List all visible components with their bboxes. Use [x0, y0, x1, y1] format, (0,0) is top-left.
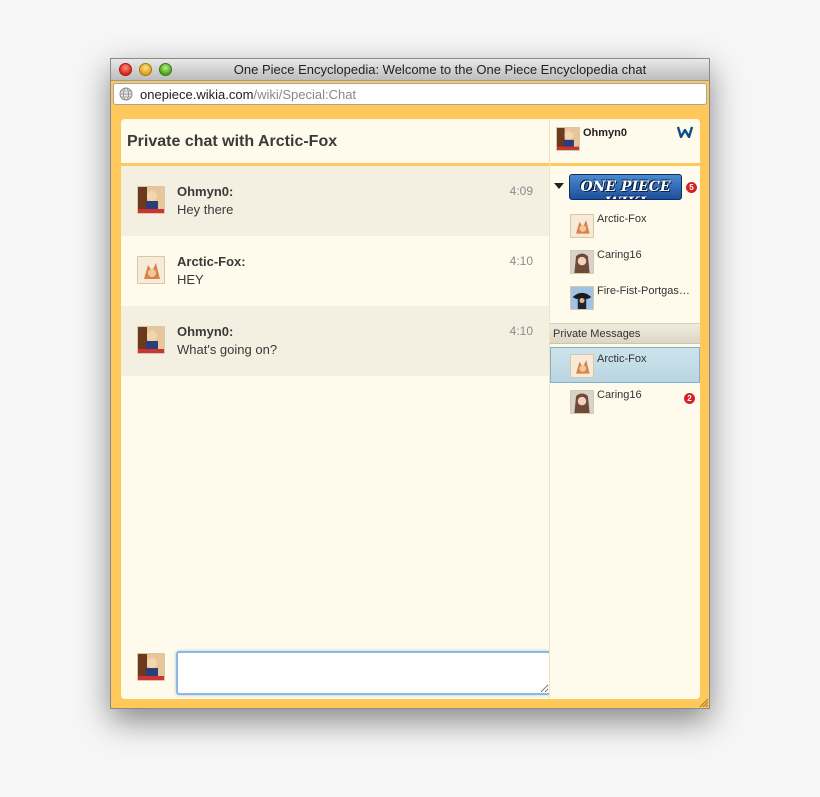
caret-down-icon[interactable]	[554, 183, 564, 189]
ohmyn0-avatar[interactable]	[137, 326, 165, 354]
private-chat-item-selected[interactable]: Arctic-Fox	[550, 347, 700, 383]
caring16-avatar	[570, 390, 594, 414]
user-name: Caring16	[597, 389, 642, 401]
user-list-item[interactable]: Fire-Fist-Portgas…	[550, 279, 700, 315]
message-author[interactable]: Ohmyn0:	[177, 324, 233, 339]
message-author[interactable]: Ohmyn0:	[177, 184, 233, 199]
url-text[interactable]: onepiece.wikia.com/wiki/Special:Chat	[140, 87, 356, 102]
message-timestamp: 4:10	[509, 254, 533, 268]
caring16-avatar	[570, 250, 594, 274]
close-window-button[interactable]	[119, 63, 132, 76]
message-timestamp: 4:10	[509, 324, 533, 338]
chat-message: Ohmyn0: Hey there 4:09	[121, 166, 549, 236]
arctic-fox-avatar	[570, 214, 594, 238]
one-piece-wiki-logo[interactable]: ONE PIECE WIKI	[569, 174, 682, 200]
fire-fist-portgas-avatar	[570, 286, 594, 310]
user-list-item[interactable]: Caring16	[550, 243, 700, 279]
message-author[interactable]: Arctic-Fox:	[177, 254, 246, 269]
window-title: One Piece Encyclopedia: Welcome to the O…	[233, 62, 647, 77]
room-header[interactable]: ONE PIECE WIKI 5	[550, 169, 700, 205]
user-name: Arctic-Fox	[597, 213, 647, 225]
arctic-fox-avatar	[570, 354, 594, 378]
chat-header: Private chat with Arctic-Fox	[121, 119, 549, 166]
page-title: Private chat with Arctic-Fox	[127, 133, 338, 150]
url-path: /wiki/Special:Chat	[253, 87, 357, 102]
message-timestamp: 4:09	[509, 184, 533, 198]
message-text: What's going on?	[177, 342, 278, 357]
user-name: Arctic-Fox	[597, 353, 647, 365]
minimize-window-button[interactable]	[139, 63, 152, 76]
user-name: Caring16	[597, 249, 642, 261]
globe-icon	[119, 87, 133, 101]
message-text: Hey there	[177, 202, 234, 217]
address-bar[interactable]: onepiece.wikia.com/wiki/Special:Chat	[113, 83, 707, 105]
title-bar[interactable]: One Piece Encyclopedia: Welcome to the O…	[111, 59, 709, 81]
current-user[interactable]: Ohmyn0	[550, 119, 700, 166]
message-input[interactable]	[176, 651, 551, 695]
url-host: onepiece.wikia.com	[140, 87, 254, 102]
message-list[interactable]: Ohmyn0: Hey there 4:09 Arctic-Fox: HEY 4…	[121, 166, 549, 644]
ohmyn0-avatar[interactable]	[137, 186, 165, 214]
zoom-window-button[interactable]	[159, 63, 172, 76]
wikia-icon[interactable]	[677, 126, 693, 138]
browser-window: One Piece Encyclopedia: Welcome to the O…	[110, 58, 710, 709]
compose-area	[121, 647, 551, 699]
private-messages-label: Private Messages	[553, 328, 641, 340]
room-count-badge: 5	[685, 181, 698, 194]
user-rail: Ohmyn0 ONE PIECE WIKI 5 Arctic-Fox	[549, 119, 700, 699]
current-user-name: Ohmyn0	[583, 127, 628, 139]
user-list-item[interactable]: Arctic-Fox	[550, 207, 700, 243]
ohmyn0-avatar	[137, 653, 165, 681]
unread-count-badge: 2	[683, 392, 696, 405]
arctic-fox-avatar[interactable]	[137, 256, 165, 284]
wiki-logo-text: ONE PIECE WIKI	[580, 179, 671, 199]
user-name: Fire-Fist-Portgas…	[597, 285, 690, 297]
resize-grip-icon[interactable]	[698, 697, 708, 707]
chat-message: Arctic-Fox: HEY 4:10	[121, 236, 549, 306]
private-chat-item[interactable]: Caring16 2	[550, 383, 700, 419]
chat-message: Ohmyn0: What's going on? 4:10	[121, 306, 549, 376]
ohmyn0-avatar	[556, 127, 580, 151]
chat-app: Private chat with Arctic-Fox Ohmyn0: Hey…	[121, 119, 700, 699]
message-text: HEY	[177, 272, 204, 287]
private-messages-header: Private Messages	[550, 323, 700, 344]
